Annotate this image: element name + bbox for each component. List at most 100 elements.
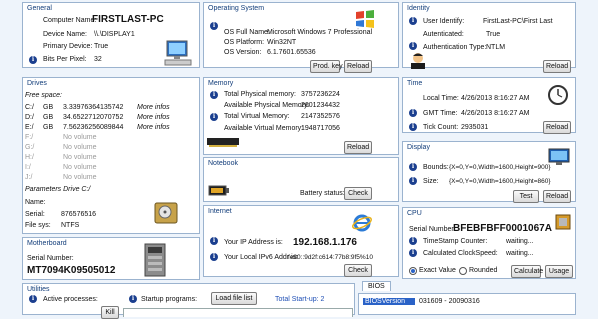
more-infos-link[interactable]: More infos: [137, 104, 170, 111]
user-avatar-icon: [411, 53, 425, 69]
bios-version-key[interactable]: BIOSVersion: [363, 298, 415, 305]
cpu-chip-icon: [555, 214, 571, 230]
time-reload-button[interactable]: Reload: [543, 121, 571, 134]
drives-title: Drives: [27, 80, 47, 87]
display-panel: Display i Bounds: {X=0,Y=0,Width=1600,He…: [402, 141, 576, 203]
usage-button[interactable]: Usage: [545, 265, 573, 278]
display-test-button[interactable]: Test: [513, 190, 539, 203]
rounded-label: Rounded: [469, 267, 498, 274]
hard-drive-icon: [154, 202, 178, 224]
computer-icon: [164, 40, 192, 66]
memory-title: Memory: [208, 80, 234, 87]
prod-key-button[interactable]: Prod. key: [310, 60, 343, 73]
bios-panel: BIOSVersion 031609 - 20090316: [358, 293, 576, 315]
identity-panel: Identity i User Identify: FirstLast-PC\F…: [402, 2, 576, 73]
cpu-serial-value: BFEBFBFF0001067A: [453, 223, 552, 234]
clock-icon: [548, 85, 568, 105]
drive-unit: GB: [43, 114, 54, 121]
identity-title: Identity: [407, 5, 430, 12]
identity-reload-button[interactable]: Reload: [543, 60, 571, 73]
size-value: {X=0,Y=0,Width=1600,Height=860}: [449, 178, 551, 185]
available-physical-memory-label: Available Physical Memory:: [224, 102, 310, 109]
motherboard-serial-value: MT7094K09505012: [27, 265, 116, 276]
more-infos-link[interactable]: More infos: [137, 124, 170, 131]
drive-free-space: No volume: [63, 164, 97, 171]
ipv6-address-value: fe80::9d2f:c614:77b8:9f5%10: [288, 254, 373, 261]
local-time-label: Local Time:: [423, 95, 459, 102]
ip-address-value: 192.168.1.176: [293, 237, 357, 248]
bounds-label: Bounds:: [423, 164, 449, 171]
info-icon: i: [210, 22, 218, 30]
motherboard-panel: Motherboard Serial Number: MT7094K095050…: [22, 237, 200, 280]
info-icon: i: [29, 295, 37, 303]
more-infos-link[interactable]: More infos: [137, 114, 170, 121]
available-virtual-memory-value: 1948717056: [301, 125, 340, 132]
drive-letter: F:/: [25, 134, 34, 141]
bits-per-pixel-value: 32: [94, 56, 102, 63]
general-panel: General Computer Name: FIRSTLAST-PC Devi…: [22, 2, 200, 68]
local-time-value: 4/26/2013 8:16:27 AM: [461, 95, 530, 102]
internet-check-button[interactable]: Check: [344, 264, 372, 277]
os-full-name-value: Microsoft Windows 7 Professional: [267, 29, 373, 36]
info-icon: i: [129, 295, 137, 303]
os-platform-label: OS Platform:: [224, 39, 265, 46]
internet-panel: Internet i Your IP Address is: 192.168.1…: [203, 205, 399, 277]
info-icon: i: [409, 17, 417, 25]
motherboard-serial-label: Serial Number:: [27, 255, 74, 262]
total-startup-label: Total Start-up: 2: [275, 296, 325, 303]
drive-filesys-label: File sys:: [25, 222, 51, 229]
device-name-value: \\.\DISPLAY1: [94, 31, 135, 38]
timestamp-counter-value: waiting...: [506, 238, 534, 245]
available-physical-memory-value: 2601234432: [301, 102, 340, 109]
exact-value-label: Exact Value: [419, 267, 456, 274]
info-icon: i: [409, 249, 417, 257]
battery-status-label: Battery status:: [300, 190, 345, 197]
primary-device-label: Primary Device:: [43, 43, 93, 50]
exact-value-radio[interactable]: [409, 267, 417, 275]
bounds-value: {X=0,Y=0,Width=1600,Height=900}: [449, 164, 551, 171]
user-identify-label: User Identify:: [423, 18, 465, 25]
drive-unit: GB: [43, 104, 54, 111]
tab-bios[interactable]: BIOS: [362, 281, 391, 291]
gmt-time-label: GMT Time:: [423, 110, 458, 117]
info-icon: i: [409, 163, 417, 171]
drive-letter: J:/: [25, 174, 33, 181]
ipv6-address-label: Your Local IPv6 Addr is:: [224, 254, 299, 261]
available-virtual-memory-label: Available Virtual Memory:: [224, 125, 304, 132]
time-title: Time: [407, 80, 423, 87]
os-platform-value: Win32NT: [267, 39, 297, 46]
info-icon: i: [409, 177, 417, 185]
memory-reload-button[interactable]: Reload: [344, 141, 372, 154]
os-panel: Operating System i OS Full Name: Microso…: [203, 2, 399, 73]
user-identify-value: FirstLast-PC\First Last: [483, 18, 553, 25]
display-reload-button[interactable]: Reload: [543, 190, 571, 203]
drive-filesys-value: NTFS: [61, 222, 80, 229]
drive-free-space: No volume: [63, 144, 97, 151]
drive-unit: GB: [43, 124, 54, 131]
drive-free-space: 3.33976364135742: [63, 104, 124, 111]
drive-name-label: Name:: [25, 199, 46, 206]
total-virtual-memory-label: Total Virtual Memory:: [224, 113, 290, 120]
drive-free-space: No volume: [63, 154, 97, 161]
load-file-list-button[interactable]: Load file list: [211, 292, 257, 305]
drive-serial-value: 876576516: [61, 211, 97, 218]
utilities-panel: Utilities i Active processes: Kill i Sta…: [22, 283, 355, 319]
memory-panel: Memory i Total Physical memory: 37572362…: [203, 77, 399, 155]
info-icon: i: [210, 237, 218, 245]
info-icon: i: [210, 113, 218, 121]
info-icon: i: [210, 91, 218, 99]
rounded-radio[interactable]: [459, 267, 467, 275]
startup-programs-label: Startup programs:: [141, 296, 198, 303]
os-reload-button[interactable]: Reload: [344, 60, 372, 73]
windows-logo-icon: [356, 10, 374, 28]
utilities-title: Utilities: [27, 286, 50, 293]
cpu-panel: CPU Serial Number: BFEBFBFF0001067A i Ti…: [402, 207, 576, 279]
os-version-value: 6.1.7601.65536: [267, 49, 316, 56]
calculate-button[interactable]: Calculate: [511, 265, 543, 278]
info-icon: i: [409, 109, 417, 117]
drive-letter: H:/: [25, 154, 34, 161]
motherboard-icon: [144, 243, 166, 277]
drive-letter: D:/: [25, 114, 34, 121]
battery-check-button[interactable]: Check: [344, 187, 372, 200]
timestamp-counter-label: TimeStamp Counter:: [423, 238, 488, 245]
